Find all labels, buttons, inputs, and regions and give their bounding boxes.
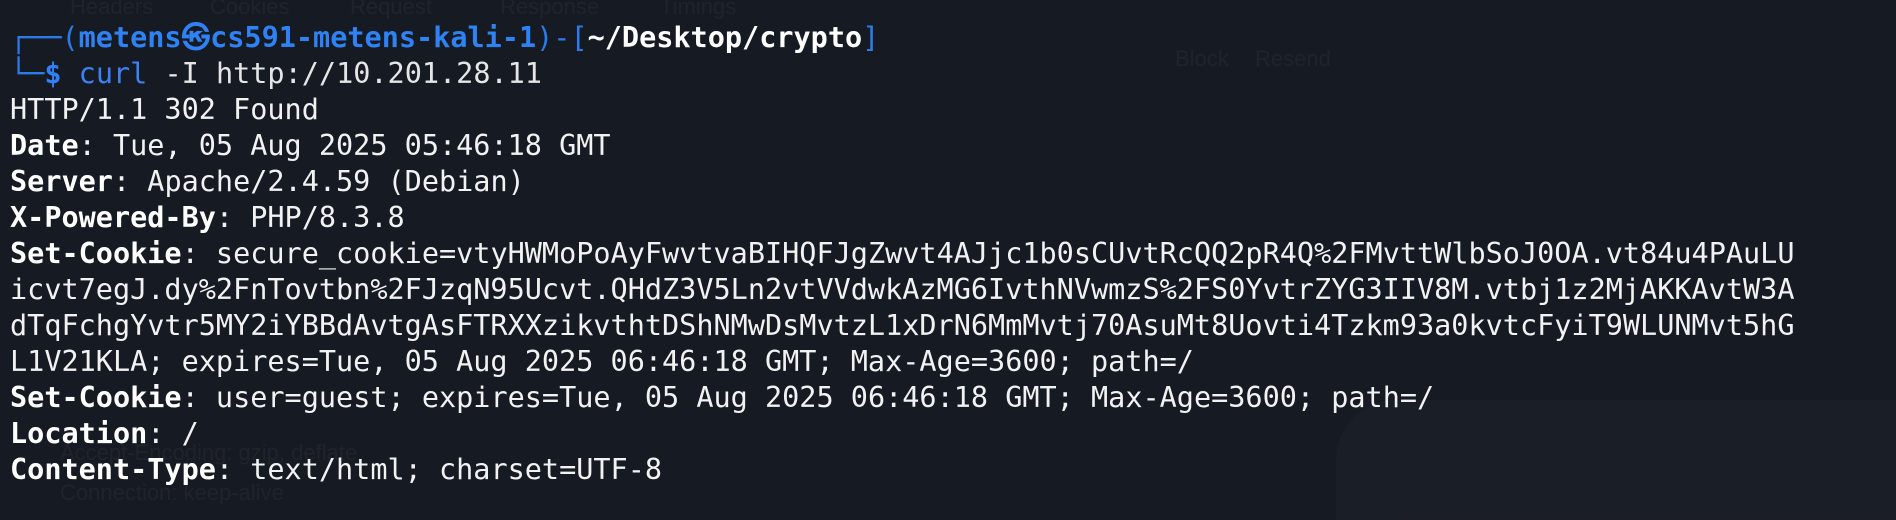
prompt-frame-mid: )-[ <box>536 21 588 54</box>
cookie-continuation: icvt7egJ.dy%2FnTovtbn%2FJzqN95Ucvt.QHdZ3… <box>10 273 1795 306</box>
prompt-path: ~/Desktop/crypto <box>587 21 863 54</box>
status-line: HTTP/1.1 302 Found <box>10 92 1795 128</box>
command-args: -I http://10.201.28.11 <box>164 57 542 90</box>
cookie-continuation-line: icvt7egJ.dy%2FnTovtbn%2FJzqN95Ucvt.QHdZ3… <box>10 272 1795 308</box>
header-key: Date <box>10 129 79 162</box>
terminal-window[interactable]: Headers Cookies Request Response Timings… <box>0 0 1896 520</box>
prompt-user: metens <box>78 21 182 54</box>
command-program: curl <box>78 57 148 90</box>
ghost-tab-cookies: Cookies <box>210 0 289 20</box>
header-key: Server <box>10 165 113 198</box>
header-value: Tue, 05 Aug 2025 05:46:18 GMT <box>112 129 611 162</box>
ghost-tab-timings: Timings <box>660 0 736 20</box>
header-key: X-Powered-By <box>10 201 216 234</box>
header-key: Set-Cookie <box>10 381 182 414</box>
header-value: text/html; charset=UTF-8 <box>250 453 663 486</box>
header-line-set-cookie-user: Set-Cookie: user=guest; expires=Tue, 05 … <box>10 381 1435 414</box>
header-key: Location <box>10 417 148 450</box>
header-value: user=guest; expires=Tue, 05 Aug 2025 06:… <box>215 381 1435 414</box>
header-value: / <box>181 417 199 450</box>
prompt-at-symbol: ㉿ <box>181 21 211 54</box>
header-line-date: Date: Tue, 05 Aug 2025 05:46:18 GMT <box>10 129 611 162</box>
header-value: PHP/8.3.8 <box>250 201 405 234</box>
cookie-continuation-line: dTqFchgYvtr5MY2iYBBdAvtgAsFTRXXzikvthtDS… <box>10 308 1795 344</box>
prompt-frame-open: ┌──( <box>10 21 79 54</box>
header-value: secure_cookie=vtyHWMoPoAyFwvtvaBIHQFJgZw… <box>215 237 1795 270</box>
header-line-location: Location: / <box>10 417 199 450</box>
http-status: HTTP/1.1 302 Found <box>10 93 319 126</box>
prompt-frame-bottom: └─ <box>10 57 45 90</box>
cookie-continuation: L1V21KLA; expires=Tue, 05 Aug 2025 06:46… <box>10 345 1194 378</box>
cookie-continuation-line: L1V21KLA; expires=Tue, 05 Aug 2025 06:46… <box>10 344 1795 380</box>
prompt-line: ┌──(metens㉿cs591-metens-kali-1)-[~/Deskt… <box>10 20 1795 56</box>
header-line-content-type: Content-Type: text/html; charset=UTF-8 <box>10 453 663 486</box>
header-line-server: Server: Apache/2.4.59 (Debian) <box>10 165 525 198</box>
command-line[interactable]: └─$ curl -I http://10.201.28.11 <box>10 56 1795 92</box>
prompt-host: cs591-metens-kali-1 <box>210 21 537 54</box>
prompt-dollar: $ <box>44 57 62 90</box>
header-key: Content-Type <box>10 453 216 486</box>
header-value: Apache/2.4.59 (Debian) <box>147 165 525 198</box>
header-line-set-cookie-secure: Set-Cookie: secure_cookie=vtyHWMoPoAyFwv… <box>10 237 1795 270</box>
header-key: Set-Cookie <box>10 237 182 270</box>
ghost-tab-response: Response <box>500 0 599 20</box>
ghost-tab-request: Request <box>350 0 432 20</box>
header-line-powered-by: X-Powered-By: PHP/8.3.8 <box>10 201 405 234</box>
ghost-tab-headers: Headers <box>70 0 153 20</box>
prompt-frame-close: ] <box>862 21 880 54</box>
terminal-output: ┌──(metens㉿cs591-metens-kali-1)-[~/Deskt… <box>10 20 1795 488</box>
cookie-continuation: dTqFchgYvtr5MY2iYBBdAvtgAsFTRXXzikvthtDS… <box>10 309 1795 342</box>
